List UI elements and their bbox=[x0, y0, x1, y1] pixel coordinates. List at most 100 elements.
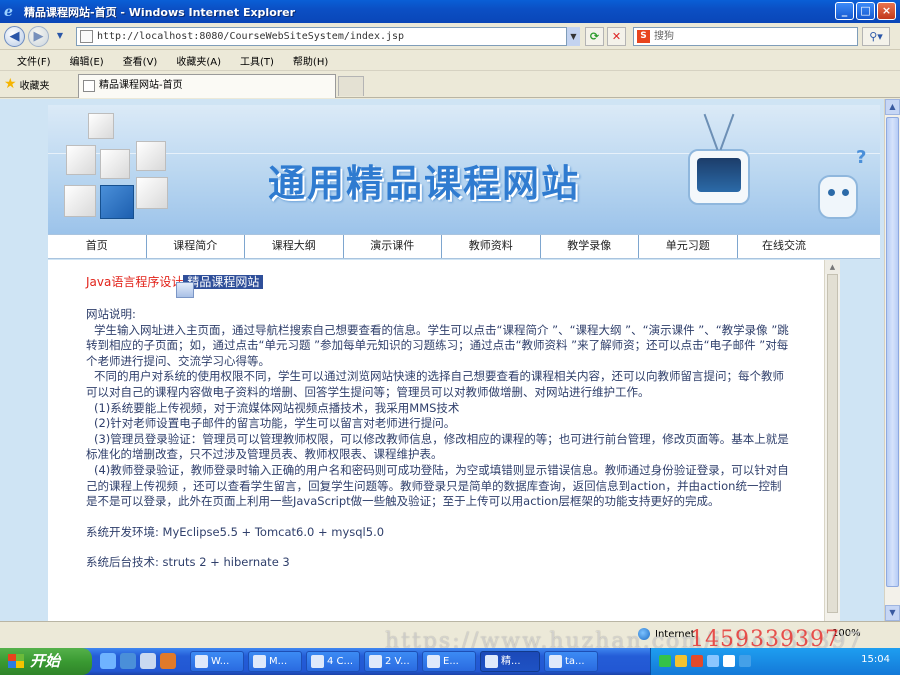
taskbar-item[interactable]: ta... bbox=[544, 651, 598, 672]
back-button[interactable]: ◀ bbox=[4, 26, 25, 47]
cube-decoration bbox=[66, 145, 96, 175]
question-mark-icon: ? bbox=[856, 147, 867, 168]
description-paragraph: (1)系统要能上传视频，对于流媒体网站视频点播技术，我采用MMS技术 bbox=[94, 400, 460, 415]
windows-flag-icon bbox=[8, 654, 24, 668]
nav-forum[interactable]: 在线交流 bbox=[738, 235, 831, 258]
search-placeholder: 搜狗 bbox=[654, 31, 674, 42]
ie-icon[interactable] bbox=[120, 653, 136, 669]
tray-icon[interactable] bbox=[739, 655, 751, 667]
description-paragraph: 学生输入网址进入主页面，通过导航栏搜索自己想要查看的信息。学生可以点击“课程简介… bbox=[86, 322, 789, 368]
menu-view[interactable]: 查看(V) bbox=[123, 53, 158, 68]
scroll-thumb[interactable] bbox=[827, 274, 838, 613]
cube-decoration bbox=[64, 185, 96, 217]
cube-decoration bbox=[88, 113, 114, 139]
menu-favorites[interactable]: 收藏夹(A) bbox=[176, 53, 221, 68]
menu-tools[interactable]: 工具(T) bbox=[240, 53, 274, 68]
start-label: 开始 bbox=[30, 652, 61, 670]
page-scrollbar[interactable]: ▲ ▼ bbox=[884, 99, 900, 621]
taskbar: 开始 W... M... 4 C... 2 V... E... 精... ta.… bbox=[0, 648, 900, 675]
new-tab-button[interactable] bbox=[338, 76, 364, 96]
start-button[interactable]: 开始 bbox=[0, 648, 92, 675]
clock[interactable]: 15:04 bbox=[861, 654, 890, 665]
description-heading: 网站说明: bbox=[86, 307, 136, 321]
main-content: Java语言程序设计 精品课程网站 网站说明: 学生输入网址进入主页面，通过导航栏… bbox=[48, 260, 824, 621]
tab-title: 精品课程网站-首页 bbox=[99, 80, 183, 91]
stop-button[interactable]: ✕ bbox=[607, 27, 626, 46]
taskbar-item[interactable]: W... bbox=[190, 651, 244, 672]
favorites-label: 收藏夹 bbox=[19, 80, 50, 92]
menu-bar: 文件(F) 编辑(E) 查看(V) 收藏夹(A) 工具(T) 帮助(H) bbox=[0, 51, 900, 71]
page-icon bbox=[80, 30, 93, 43]
taskbar-item[interactable]: M... bbox=[248, 651, 302, 672]
title-bar: e 精品课程网站-首页 - Windows Internet Explorer … bbox=[0, 0, 900, 23]
menu-edit[interactable]: 编辑(E) bbox=[70, 53, 104, 68]
cube-decoration bbox=[136, 177, 168, 209]
cube-decoration bbox=[100, 185, 134, 219]
tray-icon[interactable] bbox=[675, 655, 687, 667]
window-title: 精品课程网站-首页 - Windows Internet Explorer bbox=[24, 5, 296, 19]
scroll-up-icon[interactable]: ▲ bbox=[825, 260, 840, 274]
close-button[interactable]: × bbox=[877, 2, 896, 20]
content-title-selected: 精品课程网站 bbox=[183, 275, 264, 289]
tab-bar: ★ 收藏夹 精品课程网站-首页 bbox=[0, 72, 900, 98]
nav-syllabus[interactable]: 课程大纲 bbox=[245, 235, 344, 258]
image-placeholder-icon bbox=[176, 282, 194, 298]
window-controls: _ □ × bbox=[835, 2, 896, 20]
ie-icon: e bbox=[4, 3, 13, 20]
history-dropdown-icon[interactable]: ▼ bbox=[54, 26, 66, 47]
tray-icon[interactable] bbox=[659, 655, 671, 667]
cube-decoration bbox=[100, 149, 130, 179]
site-banner: 通用精品课程网站 ? bbox=[48, 105, 880, 234]
scroll-down-icon[interactable]: ▼ bbox=[885, 605, 900, 621]
quicklaunch-icon[interactable] bbox=[140, 653, 156, 669]
address-dropdown-icon[interactable]: ▼ bbox=[566, 27, 580, 46]
address-toolbar: ◀ ▶ ▼ http://localhost:8080/CourseWebSit… bbox=[0, 23, 900, 50]
nav-exercises[interactable]: 单元习题 bbox=[639, 235, 738, 258]
tray-icon[interactable] bbox=[723, 655, 735, 667]
search-input[interactable]: S 搜狗 bbox=[633, 27, 858, 46]
tv-icon bbox=[688, 113, 750, 205]
taskbar-item[interactable]: 4 C... bbox=[306, 651, 360, 672]
maximize-button[interactable]: □ bbox=[856, 2, 875, 20]
description-paragraph: (3)管理员登录验证：管理员可以管理教师权限，可以修改教师信息，修改相应的课程的… bbox=[86, 431, 789, 462]
nav-home[interactable]: 首页 bbox=[48, 235, 147, 258]
tab-current[interactable]: 精品课程网站-首页 bbox=[78, 74, 336, 98]
minimize-button[interactable]: _ bbox=[835, 2, 854, 20]
forward-button[interactable]: ▶ bbox=[28, 26, 49, 47]
search-icon[interactable]: ⚲▾ bbox=[862, 27, 890, 46]
description-paragraph: (2)针对老师设置电子邮件的留言功能，学生可以留言对老师进行提问。 bbox=[94, 416, 456, 431]
banner-title: 通用精品课程网站 bbox=[268, 162, 580, 205]
nav-teachers[interactable]: 教师资料 bbox=[442, 235, 541, 258]
refresh-button[interactable]: ⟳ bbox=[585, 27, 604, 46]
description-block: 网站说明: 学生输入网址进入主页面，通过导航栏搜索自己想要查看的信息。学生可以点… bbox=[86, 307, 790, 571]
scroll-up-icon[interactable]: ▲ bbox=[885, 99, 900, 115]
system-tray: 15:04 bbox=[650, 648, 900, 675]
browser-window: e 精品课程网站-首页 - Windows Internet Explorer … bbox=[0, 0, 900, 675]
nav-course-intro[interactable]: 课程简介 bbox=[147, 235, 245, 258]
page-icon bbox=[83, 80, 95, 92]
backend-tech: 系统后台技术: struts 2 + hibernate 3 bbox=[86, 555, 290, 570]
star-icon: ★ bbox=[4, 76, 17, 92]
page-viewport: 通用精品课程网站 ? 首页 课程简介 课程大纲 演示课件 教师资料 教学录像 单… bbox=[0, 99, 884, 621]
address-text: http://localhost:8080/CourseWebSiteSyste… bbox=[97, 31, 405, 42]
menu-file[interactable]: 文件(F) bbox=[17, 53, 51, 68]
taskbar-item-active[interactable]: 精... bbox=[480, 651, 540, 672]
nav-videos[interactable]: 教学录像 bbox=[541, 235, 639, 258]
quicklaunch-icon[interactable] bbox=[160, 653, 176, 669]
menu-help[interactable]: 帮助(H) bbox=[293, 53, 328, 68]
content-scrollbar[interactable]: ▲ bbox=[824, 260, 840, 621]
taskbar-item[interactable]: E... bbox=[422, 651, 476, 672]
tray-icon[interactable] bbox=[707, 655, 719, 667]
scroll-thumb[interactable] bbox=[886, 117, 899, 587]
cube-decoration bbox=[136, 141, 166, 171]
favorites-button[interactable]: ★ 收藏夹 bbox=[4, 76, 50, 92]
address-bar[interactable]: http://localhost:8080/CourseWebSiteSyste… bbox=[76, 27, 580, 46]
taskbar-item[interactable]: 2 V... bbox=[364, 651, 418, 672]
site-nav: 首页 课程简介 课程大纲 演示课件 教师资料 教学录像 单元习题 在线交流 bbox=[48, 234, 880, 259]
content-title: Java语言程序设计 精品课程网站 bbox=[86, 273, 264, 290]
dev-environment: 系统开发环境: MyEclipse5.5 + Tomcat6.0 + mysql… bbox=[86, 524, 385, 539]
desktop-icon[interactable] bbox=[100, 653, 116, 669]
nav-slides[interactable]: 演示课件 bbox=[344, 235, 442, 258]
description-paragraph: (4)教师登录验证，教师登录时输入正确的用户名和密码则可成功登陆，为空或填错则显… bbox=[86, 462, 789, 509]
tray-icon[interactable] bbox=[691, 655, 703, 667]
